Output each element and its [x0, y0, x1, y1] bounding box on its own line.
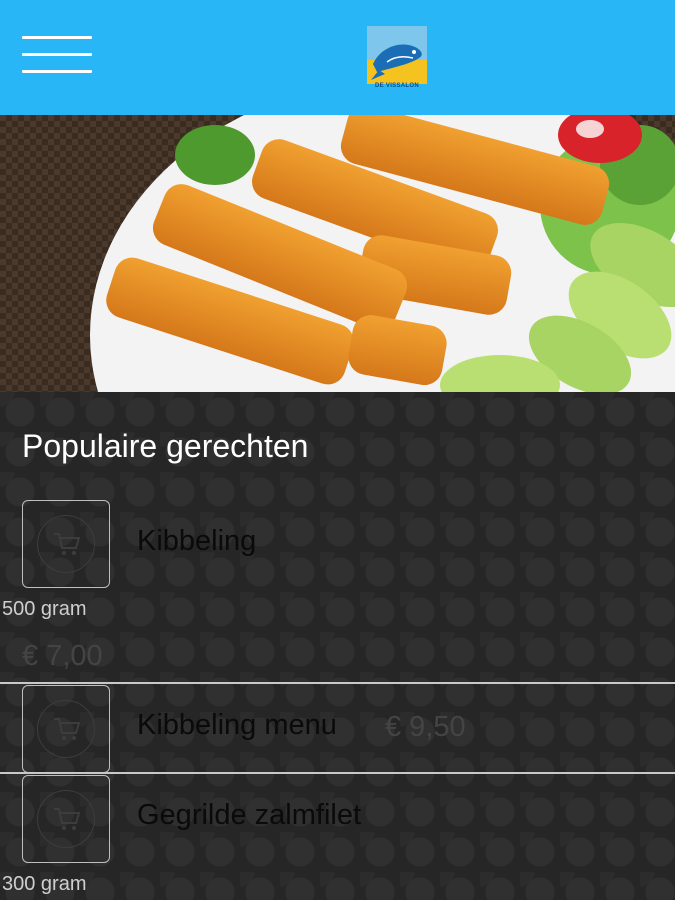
add-to-cart-button[interactable]: [22, 775, 110, 863]
product-price: € 9,50: [385, 711, 466, 743]
fish-logo-icon[interactable]: DE VISSALON: [367, 26, 427, 92]
add-to-cart-button[interactable]: [22, 685, 110, 773]
product-price: € 7,00: [22, 640, 103, 672]
hamburger-menu-icon[interactable]: [22, 36, 92, 76]
section-title: Populaire gerechten: [22, 428, 309, 464]
app-header: DE VISSALON: [0, 0, 675, 115]
item-divider: [0, 772, 675, 774]
product-name[interactable]: Kibbeling: [137, 525, 256, 558]
shopping-cart-icon: [54, 718, 81, 740]
shopping-cart-icon: [54, 808, 81, 830]
product-weight: 300 gram: [2, 873, 87, 895]
shopping-cart-icon: [54, 533, 81, 555]
logo-text: DE VISSALON: [375, 83, 419, 89]
add-to-cart-button[interactable]: [22, 500, 110, 588]
product-name[interactable]: Kibbeling menu: [137, 709, 337, 742]
item-divider: [0, 682, 675, 684]
product-name[interactable]: Gegrilde zalmfilet: [137, 799, 361, 832]
hero-food-image: [0, 115, 675, 392]
product-weight: 500 gram: [2, 598, 87, 620]
